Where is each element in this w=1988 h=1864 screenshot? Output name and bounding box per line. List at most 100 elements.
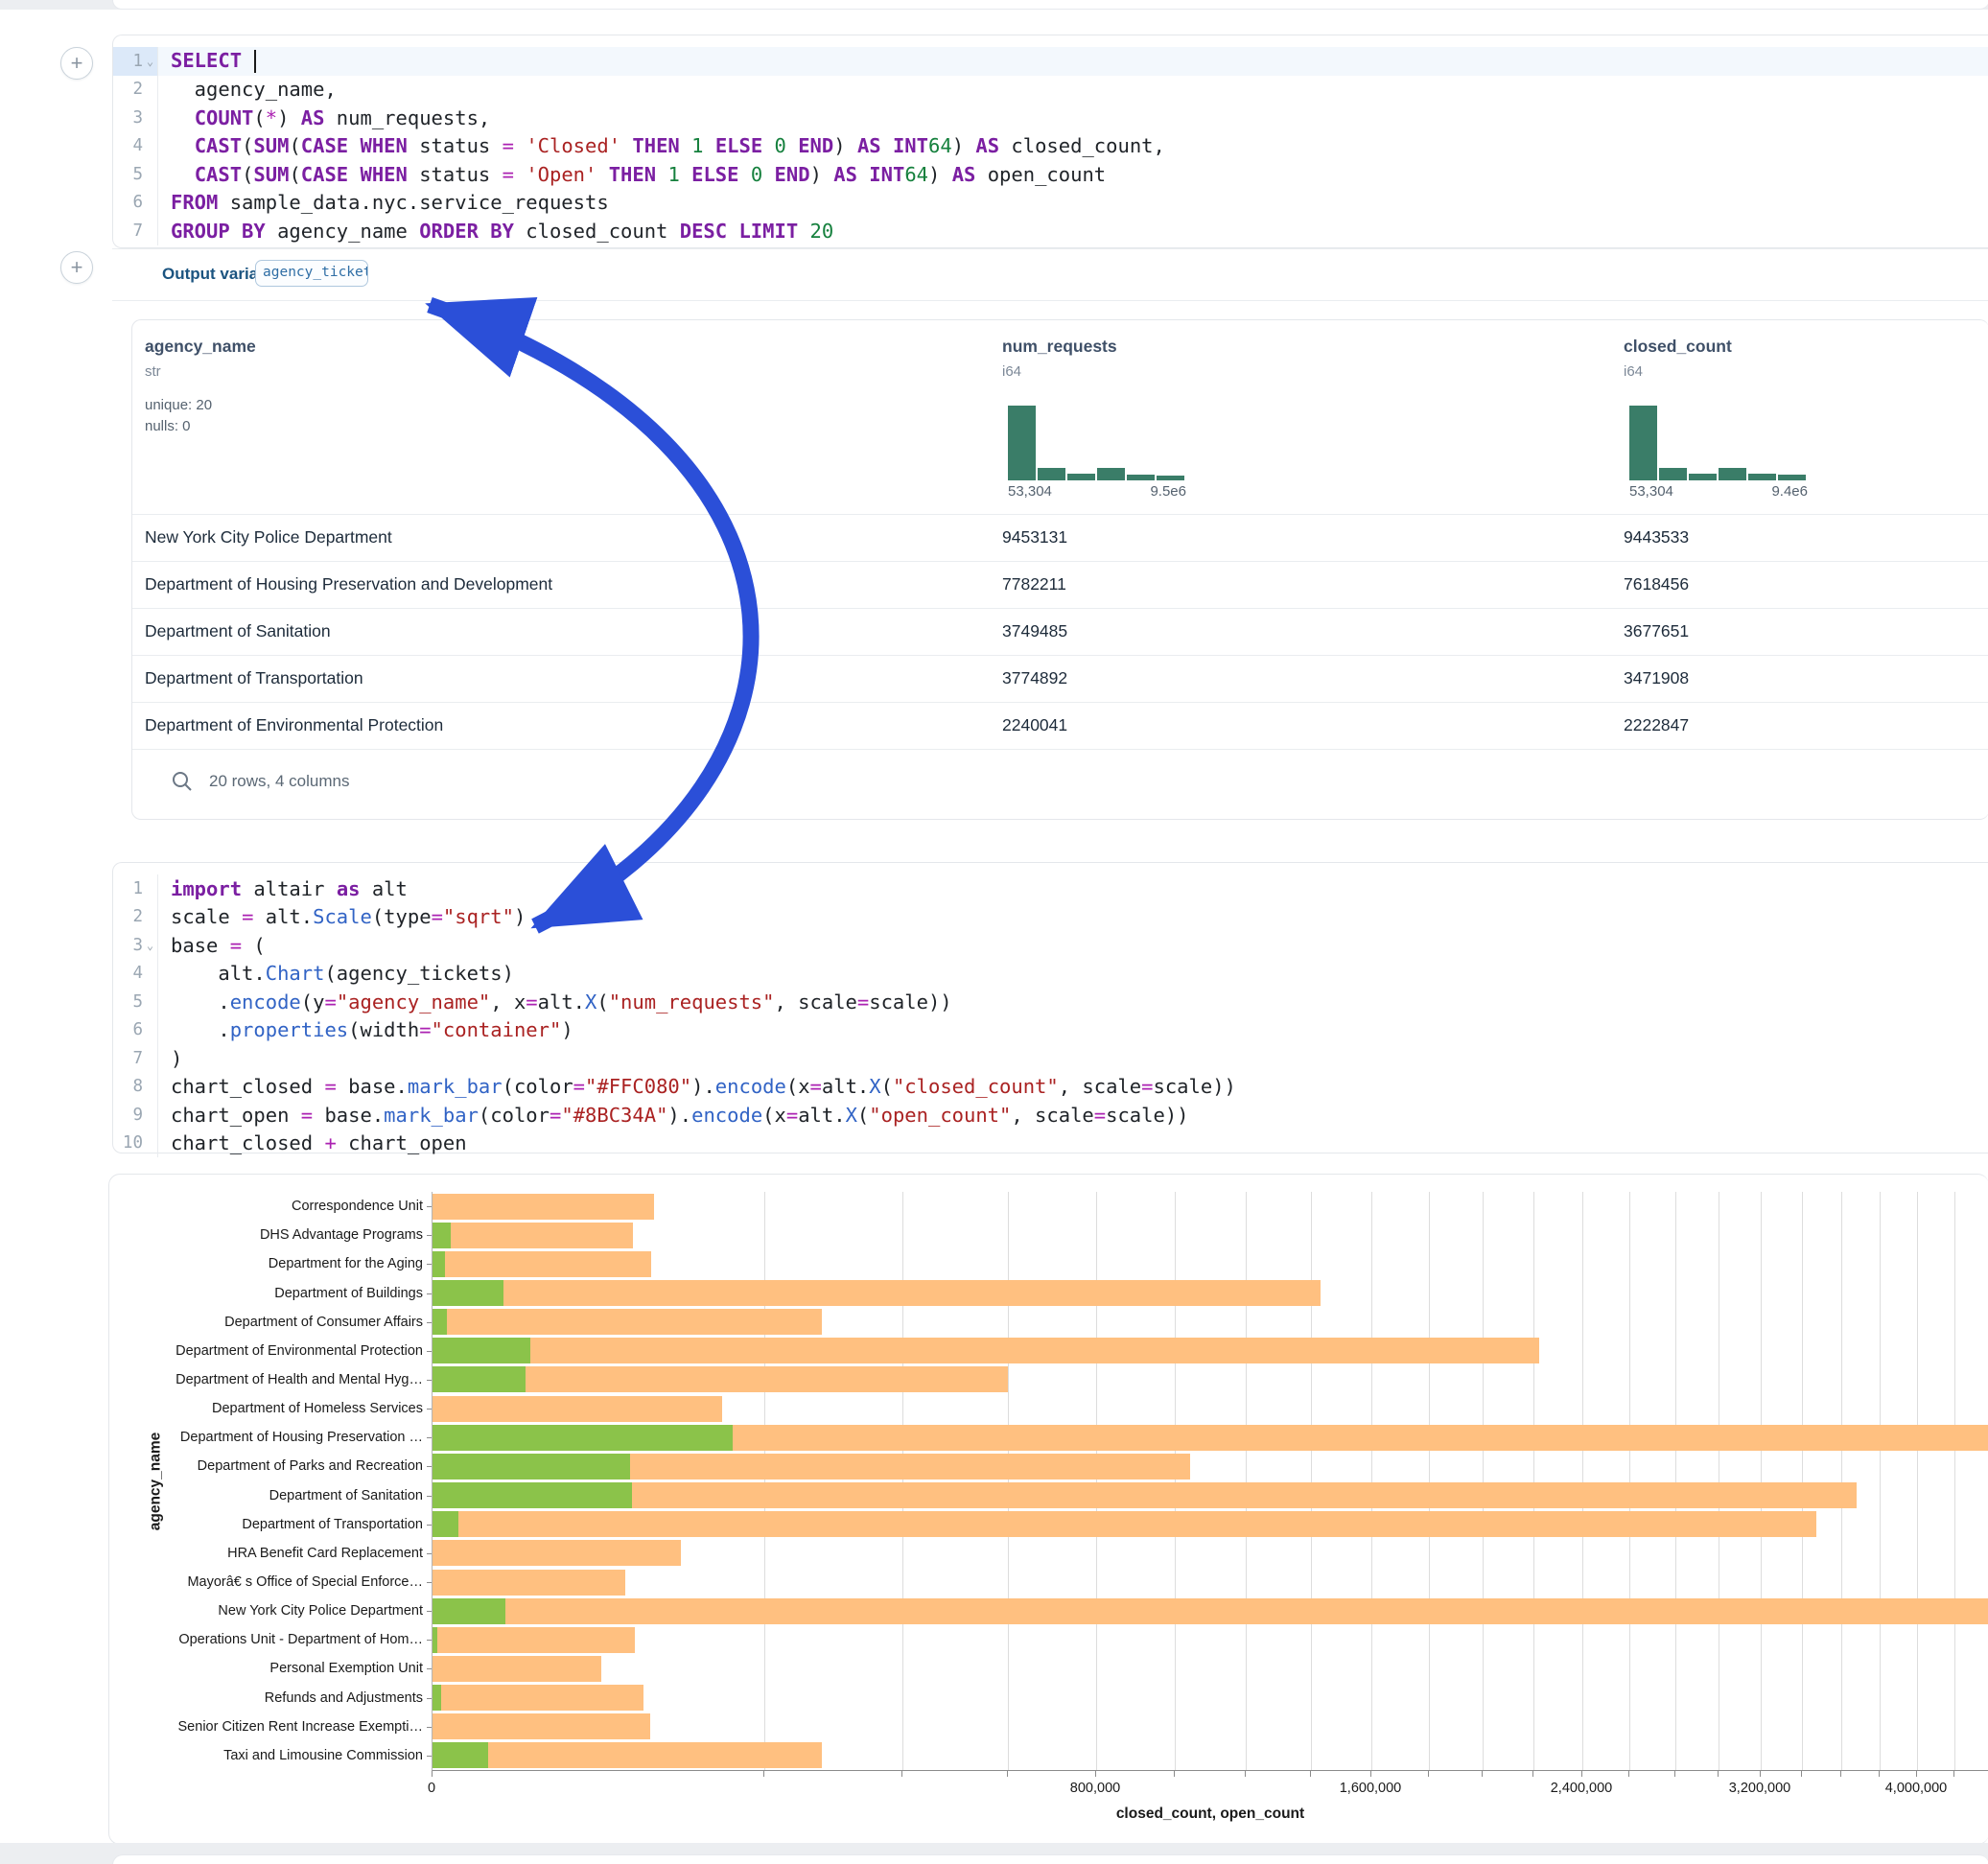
y-axis-label: Department of Health and Mental Hyg… bbox=[114, 1372, 423, 1387]
table-row[interactable]: Department of Sanitation37494853677651 bbox=[132, 608, 1988, 655]
histogram-bar bbox=[1038, 468, 1065, 480]
code-line[interactable]: 8chart_closed = base.mark_bar(color="#FF… bbox=[113, 1073, 1988, 1102]
line-gutter: 1⌄ bbox=[113, 47, 158, 76]
code-text: CAST(SUM(CASE WHEN status = 'Closed' THE… bbox=[158, 134, 1165, 157]
gridline bbox=[764, 1192, 765, 1770]
x-axis-tick bbox=[432, 1771, 433, 1777]
table-row[interactable]: Department of Housing Preservation and D… bbox=[132, 561, 1988, 608]
code-line[interactable]: 10chart_closed + chart_open bbox=[113, 1130, 1988, 1158]
line-gutter: 4 bbox=[113, 132, 158, 161]
previous-cell-edge bbox=[112, 0, 1988, 10]
gridline bbox=[1483, 1192, 1484, 1770]
code-text: ) bbox=[158, 1047, 182, 1070]
code-text: FROM sample_data.nyc.service_requests bbox=[158, 191, 609, 214]
line-number: 6 bbox=[132, 1020, 143, 1039]
x-axis-tick bbox=[1840, 1771, 1841, 1777]
code-line[interactable]: 7) bbox=[113, 1044, 1988, 1073]
line-number: 5 bbox=[132, 165, 143, 184]
y-axis-label: Refunds and Adjustments bbox=[114, 1690, 423, 1706]
gridline bbox=[1311, 1192, 1312, 1770]
line-number: 9 bbox=[132, 1106, 143, 1125]
chart-bar-open_count bbox=[433, 1742, 488, 1768]
line-number: 5 bbox=[132, 992, 143, 1012]
line-gutter: 7 bbox=[113, 217, 158, 245]
line-gutter: 6 bbox=[113, 1016, 158, 1045]
code-line[interactable]: 1⌄SELECT bbox=[113, 47, 1988, 76]
code-line[interactable]: 5 .encode(y="agency_name", x=alt.X("num_… bbox=[113, 988, 1988, 1016]
result-table: agency_namestrunique: 20nulls: 0num_requ… bbox=[131, 319, 1988, 820]
code-line[interactable]: 2 agency_name, bbox=[113, 76, 1988, 105]
table-cell: 3471908 bbox=[1624, 668, 1689, 688]
histogram-max-label: 9.5e6 bbox=[1008, 483, 1186, 500]
table-row[interactable]: New York City Police Department945313194… bbox=[132, 514, 1988, 561]
histogram-bar bbox=[1097, 468, 1125, 480]
gridline bbox=[1880, 1192, 1881, 1770]
code-line[interactable]: 2scale = alt.Scale(type="sqrt") bbox=[113, 903, 1988, 932]
notebook-page: + + 1⌄SELECT 2 agency_name,3 COUNT(*) AS… bbox=[0, 0, 1988, 1864]
chart-bar-closed_count bbox=[433, 1540, 681, 1566]
y-axis-label: DHS Advantage Programs bbox=[114, 1227, 423, 1243]
x-axis-tick-label: 800,000 bbox=[1070, 1781, 1120, 1796]
table-cell: 7618456 bbox=[1624, 574, 1689, 594]
chart-x-axis-title: closed_count, open_count bbox=[432, 1806, 1988, 1823]
code-line[interactable]: 7GROUP BY agency_name ORDER BY closed_co… bbox=[113, 217, 1988, 245]
code-line[interactable]: 1import altair as alt bbox=[113, 874, 1988, 903]
code-line[interactable]: 6 .properties(width="container") bbox=[113, 1016, 1988, 1045]
gridline bbox=[1917, 1192, 1918, 1770]
column-type: i64 bbox=[1002, 363, 1021, 380]
add-cell-button-top[interactable]: + bbox=[60, 47, 93, 80]
column-header-agency_name[interactable]: agency_name bbox=[145, 337, 256, 357]
histogram-bar bbox=[1748, 474, 1776, 480]
y-axis-label: New York City Police Department bbox=[114, 1603, 423, 1619]
line-gutter: 5 bbox=[113, 988, 158, 1016]
histogram-bar bbox=[1719, 468, 1746, 480]
code-text: .properties(width="container") bbox=[158, 1018, 573, 1041]
output-variable-input[interactable]: agency_tickets bbox=[255, 260, 368, 287]
line-number: 8 bbox=[132, 1077, 143, 1096]
line-number: 1 bbox=[132, 52, 143, 71]
code-line[interactable]: 6FROM sample_data.nyc.service_requests bbox=[113, 189, 1988, 218]
line-number: 7 bbox=[132, 1049, 143, 1068]
search-icon[interactable] bbox=[171, 770, 194, 798]
table-row[interactable]: Department of Transportation377489234719… bbox=[132, 655, 1988, 702]
output-variable-row: Output variable: agency_tickets bbox=[112, 248, 1988, 301]
code-text: import altair as alt bbox=[158, 877, 408, 900]
code-text: .encode(y="agency_name", x=alt.X("num_re… bbox=[158, 990, 952, 1014]
code-text: chart_closed + chart_open bbox=[158, 1131, 467, 1154]
add-cell-button-middle[interactable]: + bbox=[60, 251, 93, 284]
next-cell-edge bbox=[112, 1854, 1988, 1864]
code-line[interactable]: 4 alt.Chart(agency_tickets) bbox=[113, 960, 1988, 989]
line-number: 7 bbox=[132, 221, 143, 241]
sql-code-cell[interactable]: 1⌄SELECT 2 agency_name,3 COUNT(*) AS num… bbox=[112, 35, 1988, 248]
x-axis-tick bbox=[1916, 1771, 1917, 1777]
column-header-closed_count[interactable]: closed_count bbox=[1624, 337, 1732, 357]
x-axis-tick bbox=[1245, 1771, 1246, 1777]
code-line[interactable]: 3⌄base = ( bbox=[113, 931, 1988, 960]
chart-bar-closed_count bbox=[433, 1627, 635, 1653]
histogram-bar bbox=[1659, 468, 1687, 480]
line-gutter: 3 bbox=[113, 104, 158, 132]
chart-bar-open_count bbox=[433, 1366, 526, 1392]
line-number: 2 bbox=[132, 80, 143, 99]
table-row-count: 20 rows, 4 columns bbox=[209, 772, 349, 791]
column-header-num_requests[interactable]: num_requests bbox=[1002, 337, 1117, 357]
line-gutter: 10 bbox=[113, 1130, 158, 1158]
chart-y-axis-title: agency_name bbox=[148, 1193, 165, 1771]
gridline bbox=[1096, 1192, 1097, 1770]
x-axis-tick bbox=[1532, 1771, 1533, 1777]
code-line[interactable]: 9chart_open = base.mark_bar(color="#8BC3… bbox=[113, 1101, 1988, 1130]
y-axis-label: Department of Homeless Services bbox=[114, 1401, 423, 1416]
table-cell: 3774892 bbox=[1002, 668, 1067, 688]
x-axis-tick-label: 0 bbox=[428, 1781, 435, 1796]
code-line[interactable]: 4 CAST(SUM(CASE WHEN status = 'Closed' T… bbox=[113, 132, 1988, 161]
python-code-cell[interactable]: 1import altair as alt2scale = alt.Scale(… bbox=[112, 862, 1988, 1153]
line-gutter: 5 bbox=[113, 160, 158, 189]
code-line[interactable]: 5 CAST(SUM(CASE WHEN status = 'Open' THE… bbox=[113, 160, 1988, 189]
fold-chevron-icon[interactable]: ⌄ bbox=[143, 939, 157, 952]
fold-chevron-icon[interactable]: ⌄ bbox=[143, 55, 157, 68]
table-cell: 7782211 bbox=[1002, 574, 1066, 594]
code-line[interactable]: 3 COUNT(*) AS num_requests, bbox=[113, 104, 1988, 132]
table-cell: Department of Housing Preservation and D… bbox=[145, 574, 552, 594]
table-row[interactable]: Department of Environmental Protection22… bbox=[132, 702, 1988, 749]
y-axis-label: Department of Buildings bbox=[114, 1286, 423, 1301]
